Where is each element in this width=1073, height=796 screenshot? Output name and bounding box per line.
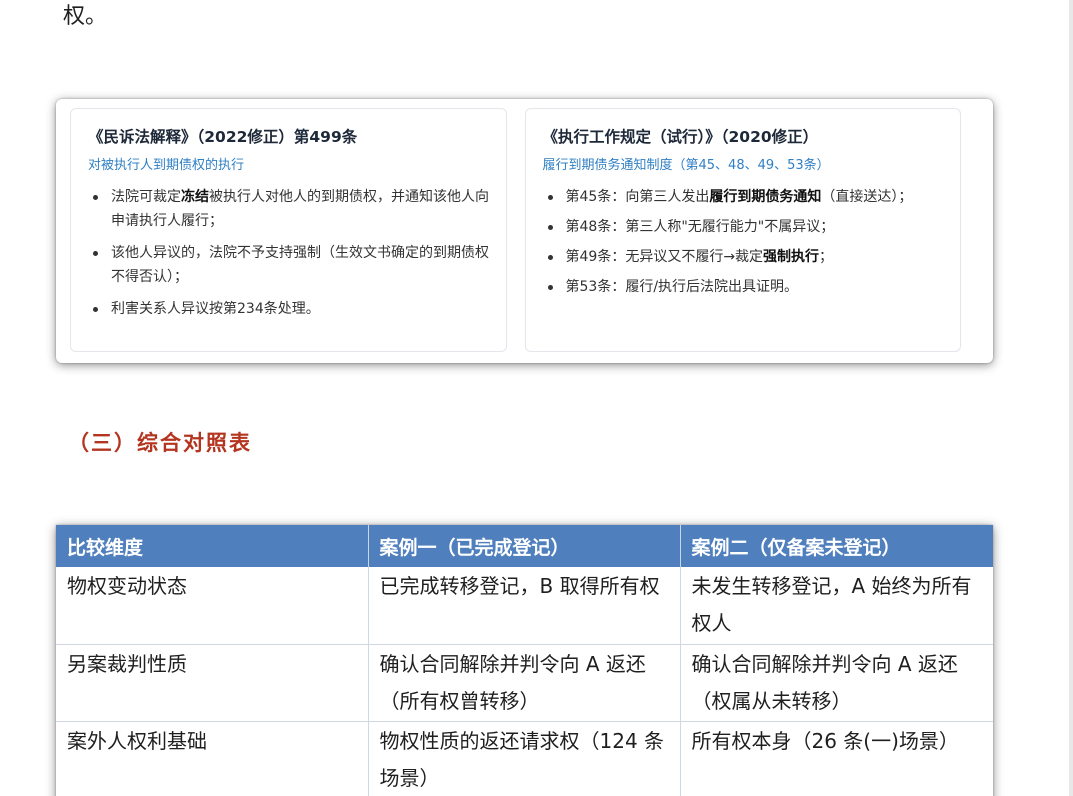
card-subtitle: 对被执行人到期债权的执行 <box>88 158 245 173</box>
column-header: 案例二（仅备案未登记） <box>680 525 993 567</box>
card-bullet-item: 法院可裁定冻结被执行人对他人的到期债权，并通知该他人向申请执行人履行； <box>88 185 490 233</box>
table-cell: 所有权本身（26 条(一)场景） <box>680 721 993 796</box>
scrollbar-track[interactable] <box>1069 0 1073 796</box>
document-page: 权。 《民诉法解释》（2022修正）第499条 对被执行人到期债权的执行 法院可… <box>0 0 1073 796</box>
card-bullet-item: 利害关系人异议按第234条处理。 <box>88 297 490 321</box>
table-cell: 另案裁判性质 <box>56 644 369 722</box>
paragraph-tail: 权。 <box>63 4 108 29</box>
column-header: 比较维度 <box>56 525 369 567</box>
table-row: 案外人权利基础 物权性质的返还请求权（124 条场景） 所有权本身（26 条(一… <box>56 721 993 796</box>
card-subtitle: 履行到期债务通知制度（第45、48、49、53条） <box>542 158 830 173</box>
table-cell: 已完成转移登记，B 取得所有权 <box>368 567 681 645</box>
section-heading: （三）综合对照表 <box>68 431 252 455</box>
statute-card-enforcement-rules: 《执行工作规定（试行）》（2020修正） 履行到期债务通知制度（第45、48、4… <box>524 108 961 352</box>
table-cell: 物权变动状态 <box>56 567 369 645</box>
card-bullet-item: 第45条：向第三人发出履行到期债务通知（直接送达）； <box>543 185 945 209</box>
table-cell: 确认合同解除并判令向 A 返还（所有权曾转移） <box>368 644 681 722</box>
card-bullet-list: 法院可裁定冻结被执行人对他人的到期债权，并通知该他人向申请执行人履行； 该他人异… <box>88 185 490 321</box>
card-bullet-list: 第45条：向第三人发出履行到期债务通知（直接送达）； 第48条：第三人称"无履行… <box>543 185 945 299</box>
statute-cards-panel: 《民诉法解释》（2022修正）第499条 对被执行人到期债权的执行 法院可裁定冻… <box>56 99 993 363</box>
statute-card-499: 《民诉法解释》（2022修正）第499条 对被执行人到期债权的执行 法院可裁定冻… <box>70 108 507 352</box>
comparison-table-wrapper: 比较维度 案例一（已完成登记） 案例二（仅备案未登记） 物权变动状态 已完成转移… <box>56 525 993 796</box>
table-row: 物权变动状态 已完成转移登记，B 取得所有权 未发生转移登记，A 始终为所有权人 <box>56 567 993 645</box>
table-cell: 物权性质的返还请求权（124 条场景） <box>368 721 681 796</box>
card-title: 《民诉法解释》（2022修正）第499条 <box>88 128 358 146</box>
table-cell: 确认合同解除并判令向 A 返还（权属从未转移） <box>680 644 993 722</box>
card-bullet-item: 该他人异议的，法院不予支持强制（生效文书确定的到期债权不得否认）； <box>88 241 490 289</box>
table-cell: 未发生转移登记，A 始终为所有权人 <box>680 567 993 645</box>
table-header-row: 比较维度 案例一（已完成登记） 案例二（仅备案未登记） <box>56 525 993 567</box>
card-bullet-item: 第53条：履行/执行后法院出具证明。 <box>543 275 945 299</box>
comparison-table: 比较维度 案例一（已完成登记） 案例二（仅备案未登记） 物权变动状态 已完成转移… <box>56 525 993 796</box>
card-title: 《执行工作规定（试行）》（2020修正） <box>542 128 819 146</box>
card-bullet-item: 第48条：第三人称"无履行能力"不属异议； <box>543 215 945 239</box>
column-header: 案例一（已完成登记） <box>368 525 681 567</box>
card-bullet-item: 第49条：无异议又不履行→裁定强制执行； <box>543 245 945 269</box>
table-row: 另案裁判性质 确认合同解除并判令向 A 返还（所有权曾转移） 确认合同解除并判令… <box>56 644 993 722</box>
table-cell: 案外人权利基础 <box>56 721 369 796</box>
